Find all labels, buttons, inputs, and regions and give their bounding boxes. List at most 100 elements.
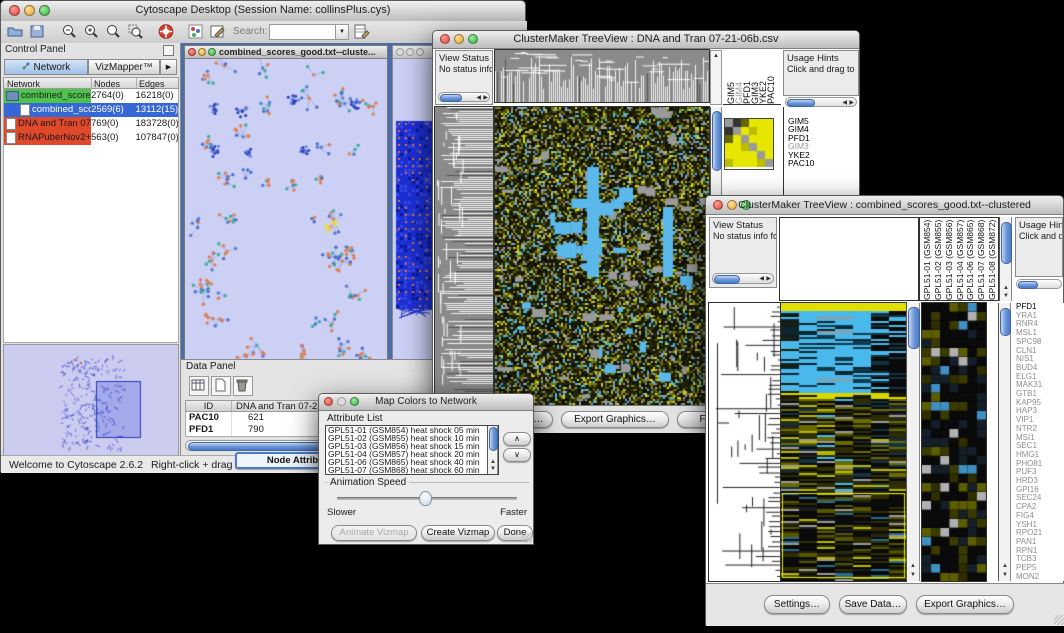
status-welcome: Welcome to Cytoscape 2.6.2 [9,456,143,474]
attribute-editor-icon[interactable] [353,23,371,40]
network-table-row[interactable]: combined_sco 2569(6) 13112(15) [4,103,178,117]
tv2-column-dendrogram[interactable] [779,217,919,301]
gene-label[interactable]: MON2 [1016,573,1064,581]
col-edges[interactable]: Edges [137,78,165,88]
tv1-selected-cluster-heatmap[interactable] [725,119,773,169]
float-panel-icon[interactable] [163,45,174,56]
column-label[interactable]: GPL51-08 (GSM872) [987,218,998,300]
column-label[interactable]: GPL51-02 (GSM855) [933,218,944,300]
zoom-in-icon[interactable] [83,23,101,40]
zoom-window-icon[interactable] [208,48,216,56]
col-nodes[interactable]: Nodes [92,78,137,88]
zoom-out-icon[interactable] [61,23,79,40]
resize-grip[interactable] [522,533,532,543]
tv1-column-dendrogram[interactable] [495,50,709,102]
resize-grip[interactable] [1054,615,1064,625]
column-label[interactable]: YKE2 [758,81,766,104]
tv1-heatmap[interactable] [495,107,709,405]
tv1-row-dendrogram[interactable] [435,107,493,405]
column-label[interactable]: GIM3 [750,82,758,104]
col-id[interactable]: ID [186,401,232,411]
network-table-row[interactable]: combined_scores 2764(0) 16218(0) [4,89,178,103]
desktop: Cytoscape Desktop (Session Name: collins… [0,0,1064,633]
save-icon[interactable] [28,23,46,40]
node-appearance-icon[interactable] [187,23,205,40]
minimize-icon[interactable] [198,48,206,56]
tv2-labels-vscrollbar[interactable]: ▲ ▼ [999,217,1012,301]
network-table-row[interactable]: DNA and Tran 07 769(0) 183728(0) [4,117,178,131]
tv2-row-dendrogram[interactable] [709,303,781,581]
row-label[interactable]: PAC10 [788,159,859,167]
new-attribute-icon[interactable] [211,376,231,396]
tab-vizmapper[interactable]: VizMapper™ [88,59,160,75]
attribute-item[interactable]: GPL51-04 (GSM857) heat shock 20 min [328,451,498,459]
column-label[interactable]: GPL51-01 (GSM854) [922,218,933,300]
tv2-viewstatus-hscrollbar[interactable]: ◀ ▶ [712,273,774,284]
settings-button[interactable]: Settings… [764,595,830,614]
column-label[interactable]: GIM5 [726,82,734,104]
search-dropdown-icon[interactable]: ▼ [335,24,349,40]
tv1-viewstatus-hscrollbar[interactable]: ◀ ▶ [438,92,490,102]
zoom-selected-icon[interactable] [127,23,145,40]
tv2-zoom-vscrollbar[interactable]: ▲ ▼ [998,303,1011,581]
attribute-item[interactable]: GPL51-06 (GSM865) heat shock 40 min [328,459,498,467]
attribute-item[interactable]: GPL51-02 (GSM855) heat shock 10 min [328,435,498,443]
tv2-usage-hscrollbar[interactable] [1016,279,1062,289]
tv2-usage-hints: Usage Hints Click and drag to [1015,217,1063,277]
attribute-list-vscrollbar[interactable]: ▲ ▼ [487,426,498,474]
attribute-item[interactable]: GPL51-01 (GSM854) heat shock 05 min [328,427,498,435]
tv1-view-status: View Status No status info for ◀ ▶ [435,50,493,105]
create-vizmap-button[interactable]: Create Vizmap [421,525,495,541]
control-panel-title: Control Panel [5,44,66,55]
tv1-column-labels: GIM5 GIM4 PFD1 GIM3 YKE2 PAC10 [723,50,781,105]
treeview2-title: ClusterMaker TreeView : combined_scores_… [706,199,1063,211]
tv2-heatmap[interactable] [781,303,906,581]
column-label[interactable]: GIM4 [734,82,742,104]
tv1-col-scroll-strip[interactable]: ▲ [710,50,722,105]
tv1-usage-hints: Usage Hints Click and drag to [783,50,859,96]
tab-network[interactable]: Network [4,59,88,75]
tab-overflow-arrow[interactable]: ▶ [160,59,177,75]
network-canvas-2[interactable] [393,59,437,359]
help-lifering-icon[interactable] [157,23,175,40]
network-table-row[interactable]: RNAPuberNov2+ 563(0) 107847(0) [4,131,178,145]
search-input[interactable] [269,24,337,40]
open-file-icon[interactable] [6,23,24,40]
annotation-icon[interactable] [209,23,227,40]
network-canvas[interactable] [185,59,387,359]
save-data-button[interactable]: Save Data… [839,595,907,614]
attribute-item[interactable]: GPL51-07 (GSM868) heat shock 60 min [328,467,498,475]
tv2-heatmap-vscrollbar[interactable]: ▲ ▼ [906,303,920,581]
network-overview-canvas[interactable] [3,344,179,456]
tv1-usage-hscrollbar[interactable]: ◀ ▶ [785,97,857,107]
column-label[interactable]: PAC10 [766,76,774,104]
attribute-select-icon[interactable] [189,376,209,396]
export-graphics-button[interactable]: Export Graphics… [561,411,669,428]
move-down-button[interactable]: ∨ [503,448,531,462]
attribute-list-label: Attribute List [327,413,383,424]
export-graphics-button[interactable]: Export Graphics… [916,595,1014,614]
treeview-window-combined: ClusterMaker TreeView : combined_scores_… [705,195,1064,625]
network-view-window[interactable]: combined_scores_good.txt--cluste... [184,45,388,359]
animation-slider-thumb[interactable] [419,491,432,506]
column-label[interactable]: GPL51-07 (GSM868) [976,218,987,300]
tv2-gene-labels: PFD1YRA1RNR4MSL1SPC98CLN1NIS1BUD4ELG1MAK… [1014,303,1064,581]
close-icon[interactable] [188,48,196,56]
col-network[interactable]: Network [4,78,92,88]
delete-attribute-trash-icon[interactable] [233,376,253,396]
animate-vizmap-button[interactable]: Animate Vizmap [331,525,417,541]
column-label[interactable]: GPL51-04 (GSM857) [955,218,966,300]
treeview1-titlebar[interactable]: ClusterMaker TreeView : DNA and Tran 07-… [433,31,859,49]
move-up-button[interactable]: ∧ [503,432,531,446]
zoom-fit-icon[interactable] [105,23,123,40]
main-titlebar[interactable]: Cytoscape Desktop (Session Name: collins… [1,1,525,22]
treeview2-titlebar[interactable]: ClusterMaker TreeView : combined_scores_… [706,196,1063,215]
tv2-zoom-heatmap[interactable] [922,303,986,581]
column-label[interactable]: PFD1 [742,81,750,104]
dialog-titlebar[interactable]: Map Colors to Network [319,394,533,411]
attribute-item[interactable]: GPL51-03 (GSM856) heat shock 15 min [328,443,498,451]
animation-speed-label: Animation Speed [327,477,409,488]
network-list-empty-area [3,145,179,343]
column-label[interactable]: GPL51-03 (GSM856) [944,218,955,300]
column-label[interactable]: GPL51-06 (GSM865) [965,218,976,300]
